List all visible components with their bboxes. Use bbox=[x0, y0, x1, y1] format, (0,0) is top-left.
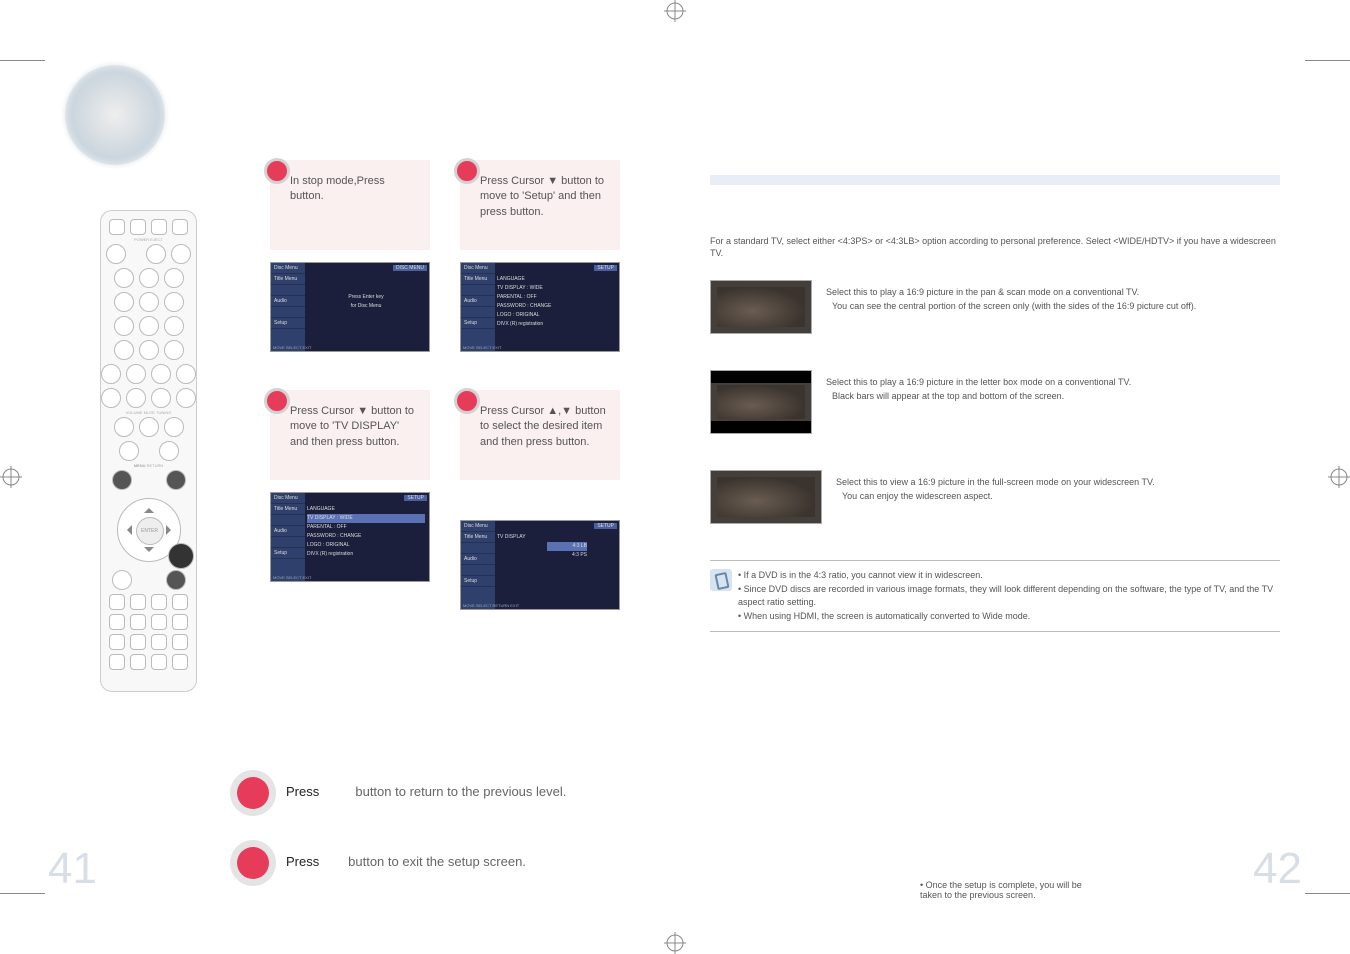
page-number-right: 42 bbox=[1253, 844, 1302, 894]
aspect-text: Black bars will appear at the top and bo… bbox=[826, 390, 1280, 404]
osd-screenshot: Disc Menu Title Menu Audio Setup SETUP L… bbox=[460, 262, 620, 352]
registration-mark-icon bbox=[1328, 466, 1350, 488]
step-instruction: Press Cursor ▼ button to move to 'TV DIS… bbox=[270, 390, 430, 480]
aspect-option-4-3-lb: Select this to play a 16:9 picture in th… bbox=[710, 370, 1280, 434]
tv-thumbnail bbox=[710, 280, 812, 334]
setup-note: • Once the setup is complete, you will b… bbox=[920, 880, 1090, 900]
aspect-option-4-3-ps: Select this to play a 16:9 picture in th… bbox=[710, 280, 1280, 334]
button-badge-icon bbox=[230, 840, 276, 886]
registration-mark-icon bbox=[664, 0, 686, 22]
aspect-option-wide: Select this to view a 16:9 picture in th… bbox=[710, 470, 1280, 524]
press-label: Press bbox=[286, 854, 319, 869]
crop-mark bbox=[1305, 893, 1350, 924]
osd-screenshot: Disc Menu Title Menu Audio Setup SETUP L… bbox=[270, 492, 430, 582]
registration-mark-icon bbox=[0, 466, 22, 488]
crop-mark bbox=[0, 30, 45, 61]
step-number-badge bbox=[454, 388, 480, 414]
step-2: Press Cursor ▼ button to move to 'Setup'… bbox=[460, 160, 620, 352]
exit-text: button to exit the setup screen. bbox=[348, 854, 526, 869]
aspect-text: Select this to play a 16:9 picture in th… bbox=[826, 376, 1280, 390]
remote-illustration: POWER EJECT VOLUME MUTE TUNING MENU RETU… bbox=[100, 210, 197, 692]
aspect-text: You can see the central portion of the s… bbox=[826, 300, 1280, 314]
osd-screenshot: Disc Menu Title Menu Audio Setup DISC ME… bbox=[270, 262, 430, 352]
brand-logo bbox=[60, 60, 180, 180]
info-line: • Since DVD discs are recorded in variou… bbox=[710, 583, 1280, 610]
tv-thumbnail bbox=[710, 370, 812, 434]
osd-screenshot: Disc Menu Title Menu Audio Setup SETUP T… bbox=[460, 520, 620, 610]
step-number-badge bbox=[264, 158, 290, 184]
crop-mark bbox=[1305, 30, 1350, 61]
aspect-text: You can enjoy the widescreen aspect. bbox=[836, 490, 1280, 504]
intro-text: For a standard TV, select either <4:3PS>… bbox=[710, 235, 1280, 259]
return-line: Press button to return to the previous l… bbox=[230, 770, 660, 816]
info-line: • When using HDMI, the screen is automat… bbox=[710, 610, 1280, 624]
step-1: In stop mode,Press button. Disc Menu Tit… bbox=[270, 160, 430, 352]
registration-mark-icon bbox=[664, 932, 686, 954]
section-title-bar bbox=[710, 175, 1280, 185]
aspect-text: Select this to view a 16:9 picture in th… bbox=[836, 476, 1280, 490]
info-line: • If a DVD is in the 4:3 ratio, you cann… bbox=[710, 569, 1280, 583]
aspect-text: Select this to play a 16:9 picture in th… bbox=[826, 286, 1280, 300]
note-icon bbox=[710, 569, 732, 591]
remote-dpad: ENTER bbox=[117, 498, 181, 562]
step-number-badge bbox=[454, 158, 480, 184]
page-spine bbox=[675, 60, 676, 894]
button-badge-icon bbox=[230, 770, 276, 816]
step-instruction: Press Cursor ▲,▼ button to select the de… bbox=[460, 390, 620, 480]
step-instruction: Press Cursor ▼ button to move to 'Setup'… bbox=[460, 160, 620, 250]
step-4: Press Cursor ▲,▼ button to select the de… bbox=[460, 390, 620, 610]
step-3: Press Cursor ▼ button to move to 'TV DIS… bbox=[270, 390, 430, 582]
exit-line: Press button to exit the setup screen. bbox=[230, 840, 660, 886]
tv-thumbnail bbox=[710, 470, 822, 524]
info-box: • If a DVD is in the 4:3 ratio, you cann… bbox=[710, 560, 1280, 632]
press-label: Press bbox=[286, 784, 319, 799]
return-text: button to return to the previous level. bbox=[355, 784, 566, 799]
page-number-left: 41 bbox=[48, 844, 97, 894]
step-instruction: In stop mode,Press button. bbox=[270, 160, 430, 250]
crop-mark bbox=[0, 893, 45, 924]
step-number-badge bbox=[264, 388, 290, 414]
